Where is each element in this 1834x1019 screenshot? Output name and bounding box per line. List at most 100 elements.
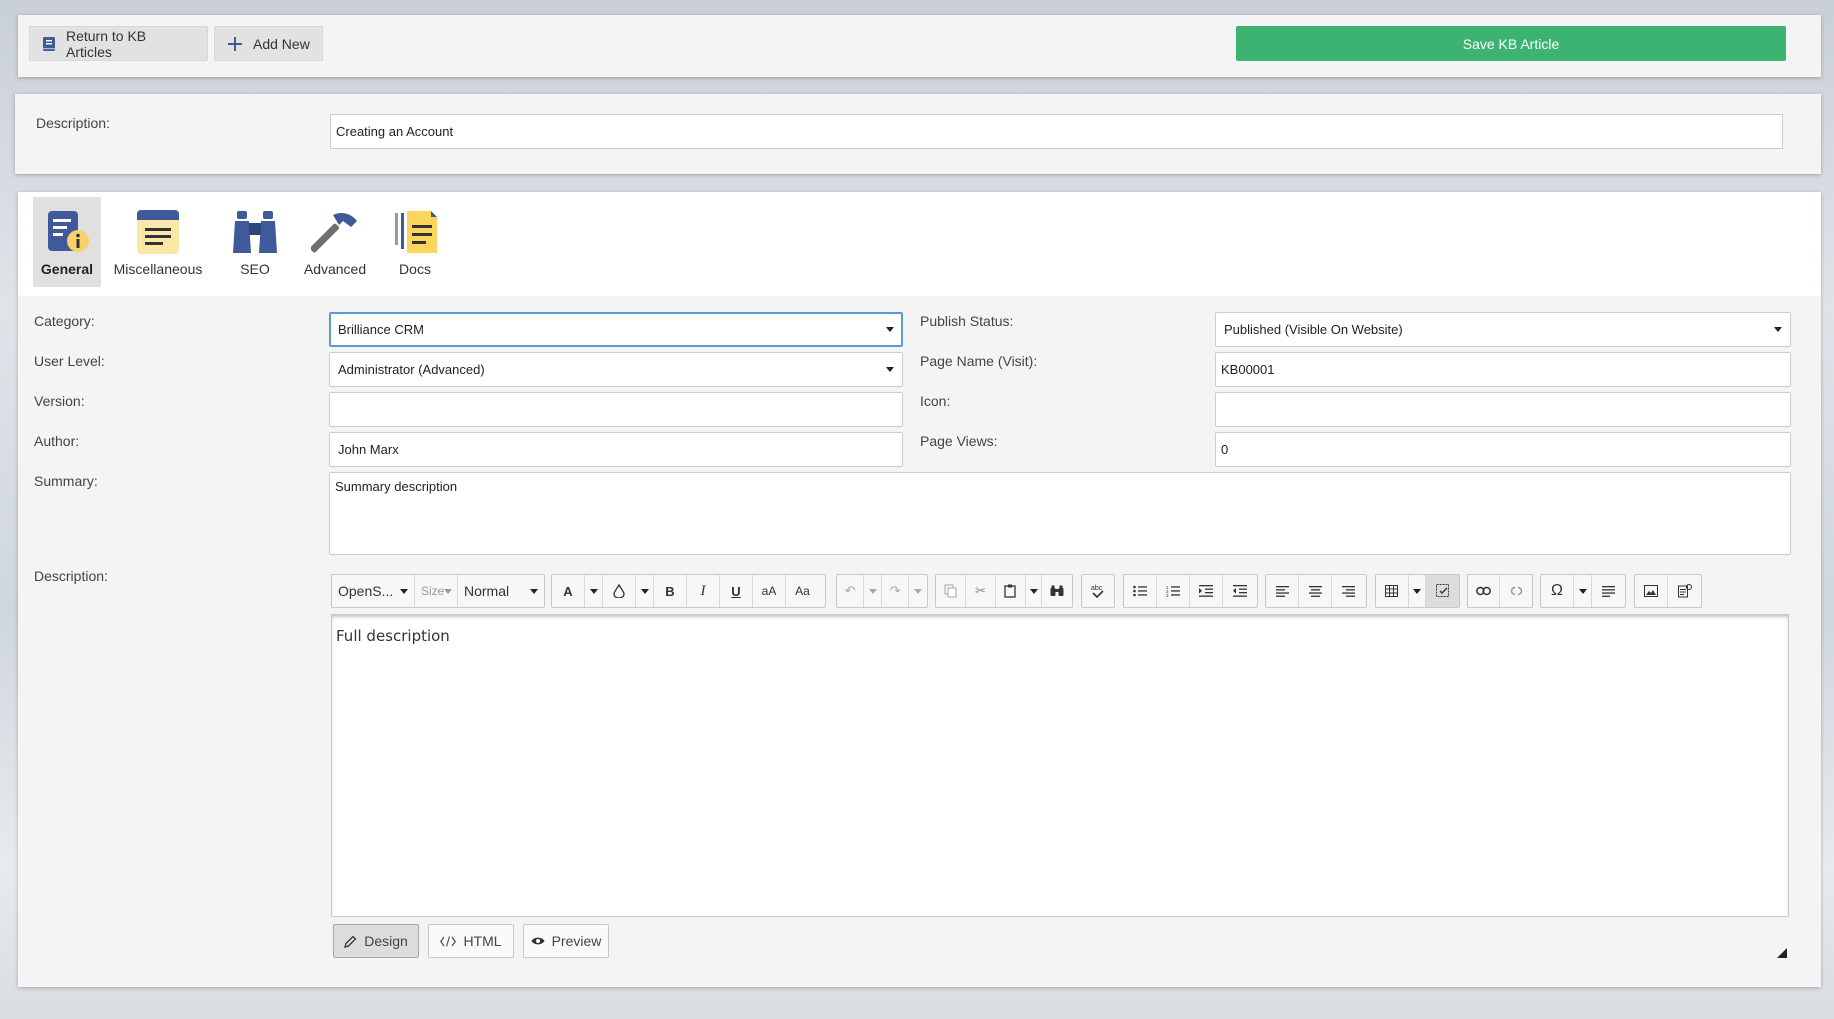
copy-button[interactable]	[936, 575, 966, 607]
align-left-button[interactable]	[1266, 575, 1299, 607]
outdent-button[interactable]	[1223, 575, 1256, 607]
tab-miscellaneous[interactable]: Miscellaneous	[111, 197, 205, 287]
redo-button[interactable]: ↷	[882, 575, 910, 607]
description-panel: Description:	[15, 94, 1821, 174]
tab-seo[interactable]: SEO	[225, 197, 285, 287]
font-size-value: Size	[421, 584, 445, 598]
undo-dropdown[interactable]	[864, 575, 883, 607]
special-characters-dropdown[interactable]	[1574, 575, 1592, 607]
insert-group: Ω	[1540, 574, 1626, 608]
paste-dropdown[interactable]	[1026, 575, 1043, 607]
document-icon	[1677, 584, 1692, 598]
numbered-list-button[interactable]: 123	[1157, 575, 1190, 607]
table-dropdown[interactable]	[1409, 575, 1427, 607]
rich-text-editor: OpenS... Size Normal A B I U aA Aa ↶ ↷ ✂…	[329, 568, 1791, 964]
return-to-kb-articles-button[interactable]: Return to KB Articles	[29, 26, 208, 61]
lowercase-icon: aA	[761, 584, 777, 598]
underline-button[interactable]: U	[720, 575, 753, 607]
italic-button[interactable]: I	[687, 575, 720, 607]
paragraph-align-icon	[1602, 585, 1615, 597]
main-panel: General Miscellaneous SEO Advanced Docs …	[18, 192, 1821, 987]
font-size-select[interactable]: Size	[415, 575, 458, 607]
remove-link-button[interactable]	[1500, 575, 1532, 607]
link-group	[1467, 574, 1533, 608]
cut-button[interactable]: ✂	[966, 575, 996, 607]
special-characters-button[interactable]: Ω	[1541, 575, 1574, 607]
clipboard-group: ✂	[935, 574, 1073, 608]
tab-general-label: General	[40, 261, 94, 277]
preview-mode-label: Preview	[551, 933, 602, 949]
description-label: Description:	[36, 115, 110, 131]
paragraph-button[interactable]	[1592, 575, 1625, 607]
tab-advanced-label: Advanced	[303, 261, 367, 277]
add-new-button[interactable]: Add New	[214, 26, 323, 61]
font-color-dropdown[interactable]	[585, 575, 603, 607]
numbered-list-icon: 123	[1166, 585, 1180, 597]
page-name-input[interactable]: KB00001	[1215, 352, 1791, 387]
chevron-down-icon	[886, 327, 894, 332]
insert-image-button[interactable]	[1635, 575, 1668, 607]
capitalize-button[interactable]: Aa	[786, 575, 819, 607]
font-family-value: OpenS...	[338, 583, 394, 599]
paragraph-format-select[interactable]: Normal	[458, 575, 544, 607]
summary-textarea[interactable]: Summary description	[329, 472, 1791, 555]
binoculars-icon	[231, 207, 279, 257]
bulleted-list-button[interactable]	[1124, 575, 1157, 607]
category-label: Category:	[34, 313, 95, 329]
page-name-value: KB00001	[1221, 362, 1275, 377]
user-level-select[interactable]: Administrator (Advanced)	[329, 352, 903, 387]
align-right-button[interactable]	[1332, 575, 1365, 607]
preview-mode-button[interactable]: Preview	[523, 924, 609, 958]
description-input[interactable]	[330, 114, 1783, 149]
user-level-label: User Level:	[34, 353, 105, 369]
find-button[interactable]	[1042, 575, 1072, 607]
redo-icon: ↷	[889, 583, 901, 598]
paste-button[interactable]	[996, 575, 1026, 607]
tab-docs[interactable]: Docs	[385, 197, 445, 287]
save-kb-article-button[interactable]: Save KB Article	[1236, 26, 1786, 61]
align-center-button[interactable]	[1299, 575, 1332, 607]
spellcheck-button[interactable]: abc	[1082, 575, 1114, 607]
undo-button[interactable]: ↶	[837, 575, 865, 607]
droplet-icon	[613, 584, 625, 598]
author-input[interactable]: John Marx	[329, 432, 903, 467]
version-input[interactable]	[329, 392, 903, 427]
link-icon	[1476, 586, 1491, 596]
highlight-color-dropdown[interactable]	[636, 575, 654, 607]
font-color-button[interactable]: A	[552, 575, 585, 607]
toggle-borders-button[interactable]	[1426, 575, 1459, 607]
lowercase-button[interactable]: aA	[753, 575, 786, 607]
insert-document-button[interactable]	[1668, 575, 1701, 607]
html-mode-button[interactable]: HTML	[428, 924, 514, 958]
bold-icon: B	[665, 583, 675, 599]
editor-content-area[interactable]: Full description	[331, 614, 1789, 917]
category-select[interactable]: Brilliance CRM	[329, 312, 903, 347]
page-views-input[interactable]: 0	[1215, 432, 1791, 467]
media-group	[1634, 574, 1702, 608]
highlight-color-button[interactable]	[603, 575, 636, 607]
list-group: 123	[1123, 574, 1258, 608]
tab-miscellaneous-label: Miscellaneous	[113, 261, 203, 277]
book-icon	[42, 36, 55, 51]
bold-button[interactable]: B	[654, 575, 687, 607]
version-label: Version:	[34, 393, 85, 409]
resize-handle[interactable]	[1777, 948, 1787, 958]
tab-general[interactable]: General	[33, 197, 101, 287]
insert-table-button[interactable]	[1376, 575, 1409, 607]
icon-input[interactable]	[1215, 392, 1791, 427]
insert-link-button[interactable]	[1468, 575, 1501, 607]
page-name-label: Page Name (Visit):	[920, 353, 1038, 369]
align-right-icon	[1342, 585, 1355, 597]
spellcheck-group: abc	[1081, 574, 1115, 608]
history-group: ↶ ↷	[836, 574, 928, 608]
design-mode-button[interactable]: Design	[333, 924, 419, 958]
tab-advanced[interactable]: Advanced	[299, 197, 371, 287]
text-style-group: A B I U aA Aa	[551, 574, 826, 608]
publish-status-select[interactable]: Published (Visible On Website)	[1215, 312, 1791, 347]
hammer-icon	[311, 207, 359, 257]
save-button-label: Save KB Article	[1462, 35, 1560, 52]
author-label: Author:	[34, 433, 80, 449]
redo-dropdown[interactable]	[909, 575, 927, 607]
font-family-select[interactable]: OpenS...	[332, 575, 415, 607]
indent-button[interactable]	[1190, 575, 1223, 607]
